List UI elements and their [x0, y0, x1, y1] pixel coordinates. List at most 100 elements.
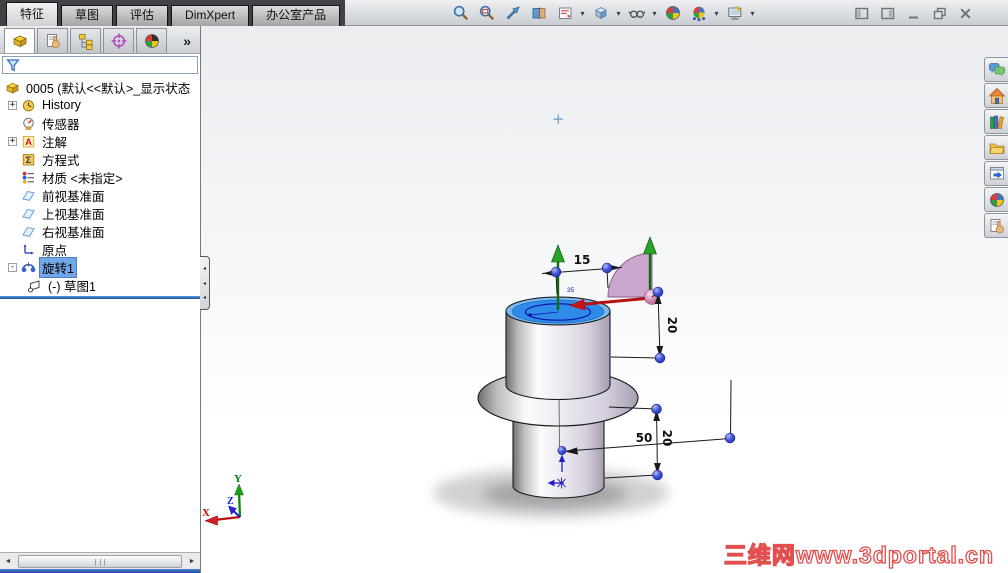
view-settings-button[interactable]: [722, 2, 747, 25]
tree-item-label: 原点: [42, 243, 68, 258]
angle-fan: [607, 252, 653, 298]
tree-filter-row[interactable]: [2, 56, 198, 74]
feature-manager-panel: » 0005 (默认<<默认>_显示状态 + History 传感器 + A 注…: [0, 26, 201, 573]
displaymanager-tab[interactable]: [136, 28, 167, 53]
scroll-right-arrow[interactable]: ►: [184, 554, 200, 569]
dimxpertmanager-tab[interactable]: [103, 28, 134, 53]
command-manager-tabs: 特征 草图 评估 DimXpert 办公室产品: [0, 0, 346, 26]
zoom-to-fit-icon: [453, 5, 468, 20]
tree-item-top-plane[interactable]: 上视基准面: [0, 204, 200, 222]
tree-item-history[interactable]: + History: [0, 96, 200, 114]
revolved-part[interactable]: 35: [477, 287, 639, 499]
appearances-scenes-button[interactable]: [984, 187, 1008, 212]
apply-scene-dropdown-caret[interactable]: ▾: [712, 9, 721, 18]
featuremanager-tab[interactable]: [4, 28, 35, 53]
tree-item-label: 上视基准面: [42, 207, 105, 222]
scroll-left-arrow[interactable]: ◄: [0, 554, 16, 569]
custom-properties-button[interactable]: [984, 213, 1008, 238]
model-canvas[interactable]: 35 15 20 50 20 Y X Z +: [201, 26, 1008, 573]
apply-scene-icon: [692, 6, 705, 22]
tree-item-label: 旋转1: [39, 256, 77, 278]
sketch-dimension-label: 35: [567, 287, 575, 294]
expand-icon[interactable]: +: [8, 136, 17, 146]
tree-item-revolve1[interactable]: - 旋转1: [0, 256, 200, 278]
manager-tab-bar: »: [0, 26, 200, 54]
appearances-icon: [989, 192, 1004, 207]
manager-tab-overflow[interactable]: »: [183, 33, 191, 49]
display-style-button[interactable]: [588, 2, 613, 25]
tree-item-sketch1[interactable]: (-) 草图1: [0, 276, 200, 294]
filter-funnel-icon: [6, 59, 20, 72]
view-orientation-icon: [558, 7, 571, 19]
window-controls: [853, 3, 974, 23]
view-palette-button[interactable]: [984, 161, 1008, 186]
view-settings-dropdown-caret[interactable]: ▾: [748, 9, 757, 18]
dimension-15[interactable]: 15: [574, 253, 591, 267]
displaymanager-icon: [144, 34, 159, 48]
minimize-button[interactable]: [905, 5, 922, 21]
close-button[interactable]: [957, 5, 974, 21]
pane-right-button[interactable]: [879, 5, 896, 21]
forum-button[interactable]: [984, 57, 1008, 82]
tree-item-right-plane[interactable]: 右视基准面: [0, 222, 200, 240]
edit-appearance-button[interactable]: [660, 2, 685, 25]
expand-icon[interactable]: +: [8, 100, 17, 110]
propertymanager-tab[interactable]: [37, 28, 68, 53]
tree-item-material[interactable]: 材质 <未指定>: [0, 168, 200, 186]
pane-left-button[interactable]: [853, 5, 870, 21]
previous-view-icon: [506, 6, 520, 20]
tree-item-origin[interactable]: 原点: [0, 240, 200, 258]
dimension-20b[interactable]: 20: [660, 430, 674, 447]
section-view-icon: [532, 7, 545, 19]
home-resources-button[interactable]: [984, 83, 1008, 108]
tab-office-products[interactable]: 办公室产品: [252, 5, 341, 26]
svg-text:A: A: [25, 137, 32, 148]
tree-item-front-plane[interactable]: 前视基准面: [0, 186, 200, 204]
hide-show-items-dropdown-caret[interactable]: ▾: [650, 9, 659, 18]
reference-triad: Y X Z: [202, 473, 244, 526]
tree-item-label: 方程式: [42, 153, 80, 168]
panel-splitter-handle[interactable]: ◂ ◂ ◂: [200, 256, 210, 310]
configurationmanager-tab[interactable]: [70, 28, 101, 53]
task-pane-bar: [984, 57, 1008, 238]
dimension-50[interactable]: 50: [636, 431, 653, 445]
direction-arrow-1[interactable]: [551, 244, 565, 263]
sketch-icon: [28, 279, 40, 292]
origin-icon: [23, 243, 34, 254]
svg-text:Σ: Σ: [26, 155, 32, 166]
scrollbar-thumb[interactable]: [18, 554, 182, 568]
tree-item-part[interactable]: 0005 (默认<<默认>_显示状态: [0, 78, 200, 96]
triad-z-label: Z: [227, 496, 234, 507]
restore-button[interactable]: [931, 5, 948, 21]
dimension-20[interactable]: 20: [665, 317, 679, 334]
tab-sketch[interactable]: 草图: [61, 5, 114, 26]
view-orientation-dropdown-caret[interactable]: ▾: [578, 9, 587, 18]
file-explorer-button[interactable]: [984, 135, 1008, 160]
rollback-bar[interactable]: [0, 296, 200, 299]
tab-features[interactable]: 特征: [6, 2, 59, 26]
tree-item-sensors[interactable]: 传感器: [0, 114, 200, 132]
collapse-icon[interactable]: -: [8, 262, 17, 272]
direction-arrow-2[interactable]: [643, 236, 657, 255]
plane-icon: [22, 226, 35, 237]
tree-item-label: 0005 (默认<<默认>_显示状态: [26, 81, 191, 96]
section-view-button[interactable]: [526, 2, 551, 25]
apply-scene-button[interactable]: [686, 2, 711, 25]
tab-evaluate[interactable]: 评估: [116, 5, 169, 26]
tree-horizontal-scrollbar[interactable]: ◄ ►: [0, 552, 200, 569]
graphics-area[interactable]: 35 15 20 50 20 Y X Z + 三维网www.3dportal.c…: [201, 26, 1008, 573]
hide-show-items-button[interactable]: [624, 2, 649, 25]
zoom-to-area-button[interactable]: [474, 2, 499, 25]
tree-item-annotations[interactable]: + A 注解: [0, 132, 200, 150]
tab-dimxpert[interactable]: DimXpert: [171, 5, 250, 26]
material-icon: [22, 171, 34, 184]
design-library-button[interactable]: [984, 109, 1008, 134]
zoom-to-fit-button[interactable]: [448, 2, 473, 25]
display-style-dropdown-caret[interactable]: ▾: [614, 9, 623, 18]
tree-item-equations[interactable]: Σ 方程式: [0, 150, 200, 168]
display-style-icon: [594, 7, 607, 20]
previous-view-button[interactable]: [500, 2, 525, 25]
view-orientation-button[interactable]: [552, 2, 577, 25]
splitter-arrow-icon: ◂: [202, 295, 206, 302]
pane-right-icon: [880, 7, 894, 19]
